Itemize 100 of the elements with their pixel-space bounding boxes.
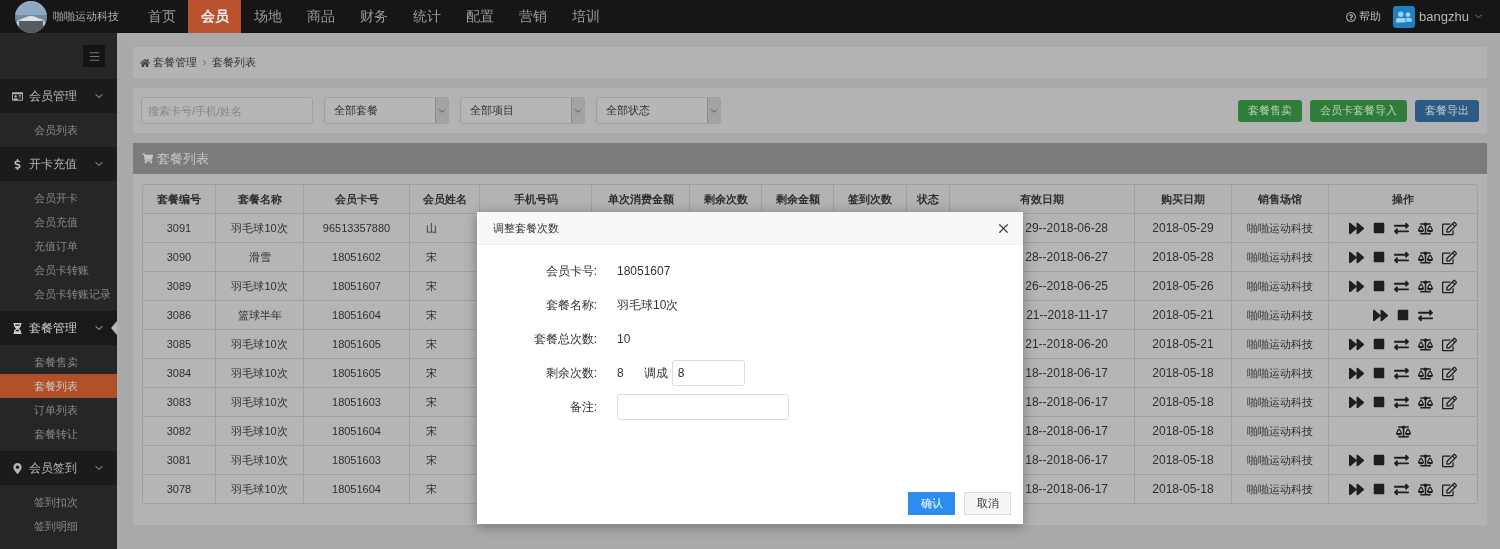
filter-select[interactable]: 全部状态 [596,97,721,124]
table-cell: 滑雪 [215,242,303,271]
stop-icon[interactable] [1373,338,1385,350]
edit-icon[interactable] [1442,365,1457,381]
swap-arrows-icon[interactable] [1394,336,1409,352]
action-button[interactable]: 套餐导出 [1415,99,1479,122]
edit-icon[interactable] [1442,481,1457,497]
breadcrumb-link[interactable]: 套餐列表 [212,54,256,71]
sidebar-item[interactable]: 套餐售卖 [0,350,117,374]
balance-scale-icon[interactable] [1418,220,1433,236]
balance-scale-icon[interactable] [1418,481,1433,497]
nav-tab[interactable]: 会员 [188,0,241,33]
sidebar-item[interactable]: 会员充值 [0,210,117,234]
edit-icon[interactable] [1442,278,1457,294]
balance-scale-icon[interactable] [1418,365,1433,381]
table-cell: 篮球半年 [215,300,303,329]
nav-tab[interactable]: 首页 [135,0,188,33]
sidebar-item[interactable]: 签到扣次 [0,490,117,514]
balance-scale-icon[interactable] [1418,394,1433,410]
sidebar-group[interactable]: 会员签到 [0,451,117,485]
swap-arrows-icon[interactable] [1394,365,1409,381]
edit-icon[interactable] [1442,220,1457,236]
table-cell: 3083 [143,387,215,416]
fast-forward-icon[interactable] [1349,394,1364,410]
sidebar-item[interactable]: 会员列表 [0,118,117,142]
swap-arrows-icon[interactable] [1394,249,1409,265]
table-cell: 羽毛球10次 [215,271,303,300]
balance-scale-icon[interactable] [1395,423,1411,439]
field-value: 10 [617,331,631,348]
stop-icon[interactable] [1373,454,1385,466]
fast-forward-icon[interactable] [1349,452,1364,468]
stop-icon[interactable] [1373,251,1385,263]
sidebar-group[interactable]: 会员管理 [0,79,117,113]
balance-scale-icon[interactable] [1418,249,1433,265]
swap-arrows-icon[interactable] [1394,278,1409,294]
balance-scale-icon[interactable] [1418,278,1433,294]
id-card-icon [12,90,23,102]
edit-icon[interactable] [1442,394,1457,410]
sidebar-item[interactable]: 订单列表 [0,398,117,422]
nav-tab[interactable]: 统计 [400,0,453,33]
column-header: 套餐名称 [215,185,303,213]
edit-icon[interactable] [1442,336,1457,352]
column-header: 购买日期 [1134,185,1231,213]
fast-forward-icon[interactable] [1349,365,1364,381]
sidebar-item[interactable]: 会员卡转账 [0,258,117,282]
table-cell: 3078 [143,474,215,503]
fast-forward-icon[interactable] [1349,220,1364,236]
stop-icon[interactable] [1373,396,1385,408]
nav-tab[interactable]: 培训 [559,0,612,33]
swap-arrows-icon[interactable] [1394,220,1409,236]
fast-forward-icon[interactable] [1349,336,1364,352]
edit-icon[interactable] [1442,452,1457,468]
menu-toggle-button[interactable] [83,45,105,67]
nav-tab[interactable]: 场地 [241,0,294,33]
dialog-button[interactable]: 取消 [964,492,1011,515]
table-cell: 羽毛球10次 [215,213,303,242]
stop-icon[interactable] [1397,309,1409,321]
input-field[interactable]: 8 [671,360,745,386]
table-cell: 18051603 [303,445,409,474]
table-cell: 啪啪运动科技 [1231,271,1328,300]
sidebar-item[interactable]: 会员开卡 [0,186,117,210]
help-link[interactable]: 帮助 [1346,8,1382,25]
nav-tab[interactable]: 营销 [506,0,559,33]
table-cell: 啪啪运动科技 [1231,242,1328,271]
sidebar-group[interactable]: 套餐管理 [0,311,117,345]
sidebar-item[interactable]: 套餐转让 [0,422,117,446]
balance-scale-icon[interactable] [1418,452,1433,468]
stop-icon[interactable] [1373,222,1385,234]
sidebar-item[interactable]: 会员卡转账记录 [0,282,117,306]
nav-tab[interactable]: 商品 [294,0,347,33]
swap-arrows-icon[interactable] [1394,394,1409,410]
fast-forward-icon[interactable] [1349,278,1364,294]
balance-scale-icon[interactable] [1418,336,1433,352]
swap-arrows-icon[interactable] [1394,452,1409,468]
column-header: 套餐编号 [156,191,202,207]
sidebar-item[interactable]: 充值订单 [0,234,117,258]
table-cell: 羽毛球10次 [215,416,303,445]
fast-forward-icon[interactable] [1373,307,1388,323]
stop-icon[interactable] [1373,483,1385,495]
table-cell: 2018-05-18 [1134,474,1231,503]
sidebar-group[interactable]: 开卡充值 [0,147,117,181]
swap-arrows-icon[interactable] [1394,481,1409,497]
stop-icon[interactable] [1373,280,1385,292]
filter-select[interactable]: 全部项目 [460,97,585,124]
table-cell: 2018-05-21 [1134,329,1231,358]
sidebar-item[interactable]: 签到明细 [0,514,117,538]
fast-forward-icon[interactable] [1349,481,1364,497]
hourglass-icon [12,322,23,334]
dialog-button[interactable]: 确认 [908,492,955,515]
edit-icon[interactable] [1442,249,1457,265]
avatar-icon [1393,5,1416,28]
fast-forward-icon[interactable] [1349,249,1364,265]
stop-icon[interactable] [1373,367,1385,379]
nav-tab[interactable]: 配置 [453,0,506,33]
swap-arrows-icon[interactable] [1418,307,1433,323]
filter-select[interactable]: 全部套餐 [324,97,449,124]
user-name[interactable]: bangzhu [1419,6,1469,27]
nav-tab[interactable]: 财务 [347,0,400,33]
input-field[interactable] [617,394,789,420]
breadcrumb-link[interactable]: 套餐管理 [153,54,197,71]
